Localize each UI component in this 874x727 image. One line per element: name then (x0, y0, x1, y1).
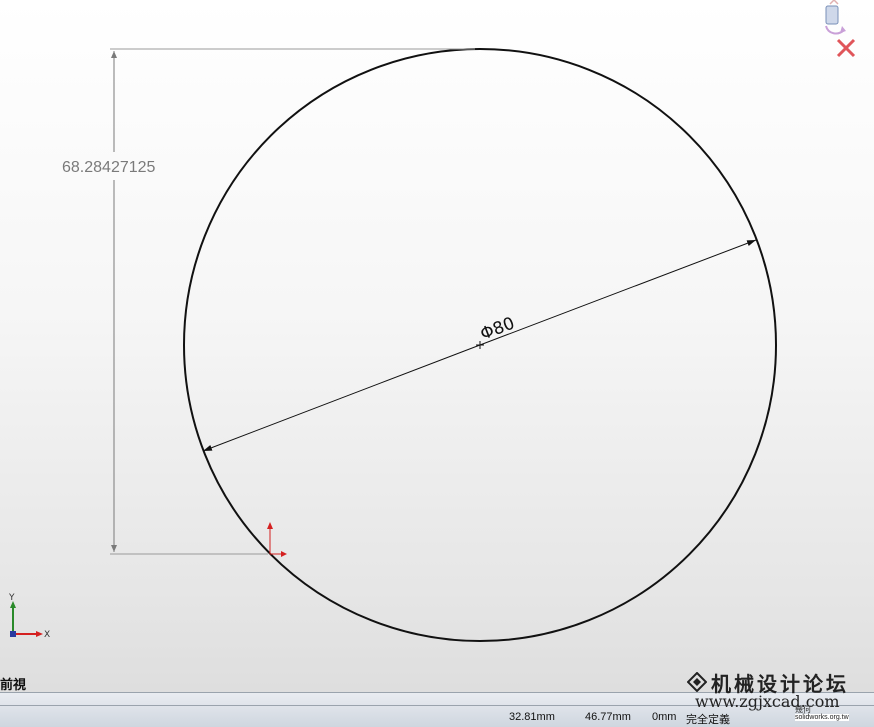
graphics-viewport[interactable]: Φ80 68.28427125 Y X 前視 (0, 0, 874, 692)
diamond-logo-icon (687, 672, 707, 692)
watermark-url: www.zgjxcad.com (695, 692, 840, 711)
diameter-dimension-line[interactable] (479, 239, 757, 346)
x-axis-label: X (44, 630, 50, 640)
rebuild-icon[interactable] (825, 0, 846, 35)
status-x-coordinate: 32.81mm (509, 711, 555, 723)
status-y-coordinate: 46.77mm (585, 711, 631, 723)
forum-watermark: 机械设计论坛 www.zgjxcad.com 幾何 solidworks.org… (685, 668, 874, 726)
confirmation-corner (825, 0, 856, 58)
coordinate-triad-icon: Y X (8, 593, 50, 640)
vertical-dimension-text[interactable]: 68.28427125 (62, 159, 156, 176)
sketch-canvas[interactable]: Φ80 68.28427125 Y X (0, 0, 874, 692)
watermark-org: solidworks.org.tw (795, 714, 849, 721)
y-axis-label: Y (8, 593, 15, 603)
diameter-dimension-text[interactable]: Φ80 (478, 313, 518, 344)
sketch-origin-icon[interactable] (267, 522, 287, 557)
cancel-x-icon[interactable] (836, 38, 856, 58)
view-orientation-label: 前視 (0, 677, 27, 692)
status-z-coordinate: 0mm (652, 711, 677, 723)
diameter-dimension-line-lower[interactable] (202, 344, 481, 452)
